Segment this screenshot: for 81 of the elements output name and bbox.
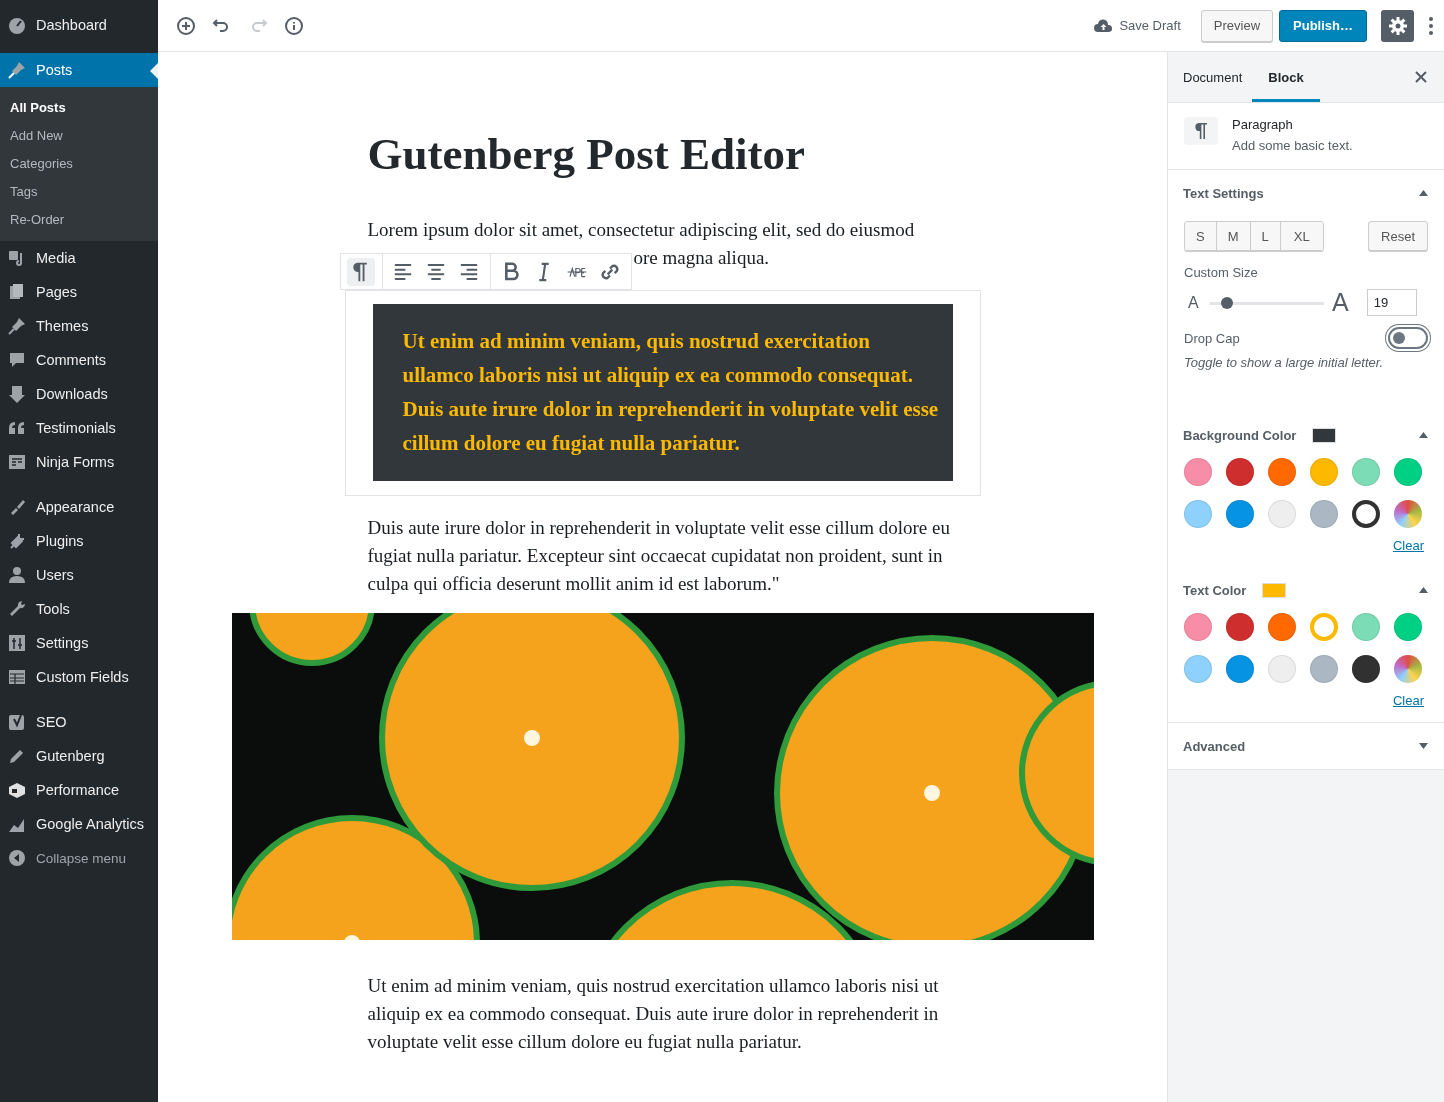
user-icon [7, 565, 27, 585]
submenu-item[interactable]: All Posts [0, 94, 158, 122]
form-icon [7, 452, 27, 472]
sidebar-item[interactable]: Appearance [0, 490, 158, 524]
panel-title[interactable]: Text Color [1183, 582, 1247, 598]
custom-color-picker[interactable] [1394, 500, 1422, 528]
download-icon [7, 384, 27, 404]
gear-icon [1387, 15, 1408, 36]
sidebar-item[interactable]: Posts [0, 53, 158, 87]
sidebar-item[interactable]: Comments [0, 343, 158, 377]
font-size-option[interactable]: L [1250, 222, 1281, 250]
sidebar-item[interactable]: Themes [0, 309, 158, 343]
settings-button[interactable] [1381, 9, 1414, 42]
font-size-option[interactable]: XL [1280, 222, 1323, 250]
publish-button[interactable]: Publish… [1279, 9, 1367, 42]
sidebar-item[interactable]: Users [0, 558, 158, 592]
up-caret-icon[interactable] [1419, 432, 1428, 438]
up-caret-icon[interactable] [1419, 587, 1428, 593]
submenu-item[interactable]: Tags [0, 178, 158, 206]
field-label: Drop Cap [1184, 330, 1240, 346]
close-icon[interactable] [1414, 70, 1428, 84]
table-icon [7, 667, 27, 687]
small-letter-label: A [1187, 293, 1200, 312]
pilcrow-icon [1184, 117, 1218, 145]
paragraph: Duis aute irure dolor in reprehenderit in voluptate velit esse cillum dolore eu fugiat nulla pariatur. Excepteur sint occaecat cupidatat non proident, sunt in culpa qui officia deserunt mollit anim id est laborum." [367, 516, 951, 596]
custom-color-picker[interactable] [1394, 655, 1422, 683]
font-size-option[interactable]: S [1185, 222, 1217, 250]
sidebar-item[interactable]: Settings [0, 626, 158, 660]
preview-button[interactable]: Preview [1200, 9, 1274, 42]
slider-thumb[interactable] [1221, 296, 1234, 309]
clear-link[interactable]: Clear [1168, 693, 1424, 708]
color-swatch[interactable] [1352, 500, 1380, 528]
up-caret-icon[interactable] [1419, 190, 1428, 196]
down-caret-icon[interactable] [1419, 743, 1428, 749]
panel-title[interactable]: Text Settings [1183, 185, 1264, 201]
sidebar-item[interactable]: SEO [0, 705, 158, 739]
sidebar-item[interactable]: Dashboard [0, 8, 158, 42]
cube-icon [7, 780, 27, 800]
post-title[interactable]: Gutenberg Post Editor [367, 128, 958, 180]
paragraph-fragment: ore magna aliqua. [633, 246, 770, 270]
large-letter-label: A [1332, 288, 1349, 317]
sidebar-item[interactable]: Performance [0, 773, 158, 807]
save-draft-button[interactable]: Save Draft [1094, 18, 1181, 33]
font-size-option[interactable]: M [1216, 222, 1251, 250]
sidebar-item[interactable]: Plugins [0, 524, 158, 558]
pushpin-icon [7, 60, 27, 80]
drop-cap-toggle[interactable] [1388, 327, 1428, 349]
block-description: Add some basic text. [1232, 138, 1353, 153]
help-text: Toggle to show a large initial letter. [1184, 355, 1385, 370]
left-triangle-circle-icon [7, 848, 27, 868]
submenu-item[interactable]: Re-Order [0, 206, 158, 234]
sidebar-item[interactable]: Downloads [0, 377, 158, 411]
sidebar-item[interactable]: Testimonials [0, 411, 158, 445]
sidebar-item[interactable]: Pages [0, 275, 158, 309]
speech-bubble-icon [7, 350, 27, 370]
submenu-item[interactable]: Add New [0, 122, 158, 150]
cloud-upload-icon [1094, 18, 1114, 33]
sidebar-item[interactable]: Gutenberg [0, 739, 158, 773]
sidebar-tab[interactable]: Document [1173, 52, 1253, 102]
sliders-icon [7, 633, 27, 653]
sidebar-item[interactable]: Google Analytics [0, 807, 158, 841]
clear-link[interactable]: Clear [1168, 538, 1424, 553]
dashboard-gauge-icon [7, 15, 27, 35]
block-name: Paragraph [1232, 117, 1294, 132]
sidebar-item[interactable]: Tools [0, 592, 158, 626]
highlighted-paragraph[interactable]: Ut enim ad minim veniam, quis nostrud exercitation ullamco laboris nisi ut aliquip ex ea commodo consequat. Duis aute irure dolor in reprehenderit in voluptate velit esse cillum dolore eu fugiat nulla pariatur. [372, 304, 953, 481]
font-size-input[interactable]: 19 [1366, 289, 1417, 316]
paragraph: Lorem ipsum dolor sit amet, consectetur adipiscing elit, sed do eiusmod [367, 218, 916, 242]
reset-button[interactable]: Reset [1368, 221, 1428, 251]
panel-title[interactable]: Advanced [1183, 738, 1246, 754]
pilcrow-icon[interactable] [347, 257, 375, 286]
panel-title[interactable]: Background Color [1183, 427, 1297, 443]
sidebar-item[interactable]: Ninja Forms [0, 445, 158, 479]
field-label: Custom Size [1184, 265, 1259, 280]
more-options-icon[interactable] [1428, 15, 1434, 36]
sidebar-item[interactable]: Custom Fields [0, 660, 158, 694]
submenu-item[interactable]: Categories [0, 150, 158, 178]
collapse-menu-button[interactable]: Collapse menu [0, 841, 158, 875]
sidebar-item[interactable]: Media [0, 241, 158, 275]
pushpin-icon [7, 316, 27, 336]
paragraph: Ut enim ad minim veniam, quis nostrud exercitation ullamco laboris nisi ut aliquip ex ea commodo consequat. Duis aute irure dolor in reprehenderit in voluptate velit esse cillum dolore eu fugiat nulla pariatur. [367, 974, 940, 1054]
